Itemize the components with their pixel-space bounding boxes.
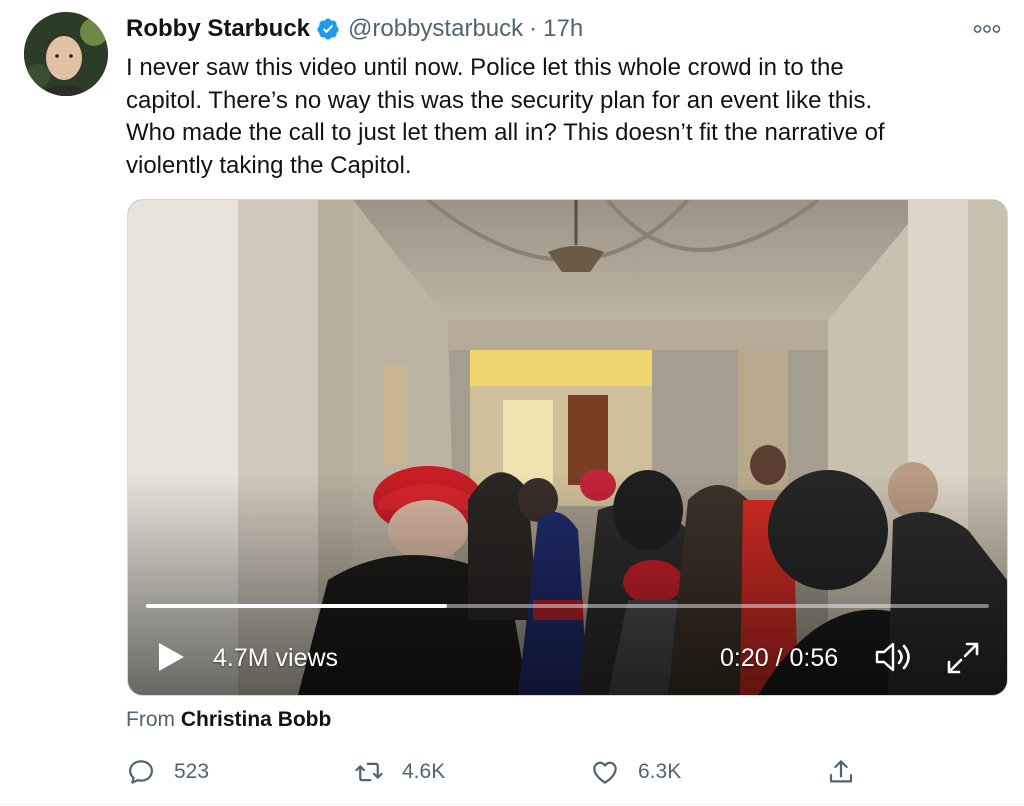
display-name[interactable]: Robby Starbuck — [126, 15, 310, 43]
handle[interactable]: @robbystarbuck — [348, 15, 523, 43]
video-source: From Christina Bobb — [126, 708, 331, 732]
fullscreen-icon — [947, 642, 979, 674]
play-icon — [159, 643, 184, 671]
reply-count: 523 — [174, 760, 210, 783]
retweet-button[interactable]: 4.6K — [354, 752, 445, 792]
profile-photo — [24, 12, 108, 96]
retweet-count: 4.6K — [402, 760, 446, 783]
avatar[interactable] — [24, 12, 108, 96]
timestamp[interactable]: 17h — [543, 15, 583, 43]
like-count: 6.3K — [638, 760, 682, 783]
verified-badge-icon — [316, 17, 340, 41]
volume-icon — [875, 642, 910, 672]
share-icon — [829, 760, 853, 783]
heart-icon — [593, 761, 617, 784]
fullscreen-button[interactable] — [943, 638, 983, 678]
view-count: 4.7M views — [213, 644, 339, 672]
progress-fill — [146, 604, 448, 608]
video-timecode: 0:20 / 0:56 — [720, 644, 839, 672]
tweet-text-line: I never saw this video until now. Police… — [126, 54, 844, 81]
tweet-text-line: violently taking the Capitol. — [126, 151, 412, 179]
tweet[interactable]: Robby Starbuck @robbystarbuck · 17h I ne… — [0, 0, 1024, 806]
play-button[interactable] — [156, 642, 186, 672]
source-prefix: From — [126, 708, 175, 731]
video-player[interactable]: 4.7M views 0:20 / 0:56 — [127, 199, 1008, 696]
source-name[interactable]: Christina Bobb — [181, 708, 332, 731]
volume-button[interactable] — [873, 640, 917, 674]
video-frame — [128, 200, 1007, 695]
more-options-button[interactable] — [970, 14, 1004, 44]
reply-button[interactable]: 523 — [126, 752, 209, 792]
progress-bar[interactable] — [146, 604, 989, 608]
divider — [0, 804, 1024, 805]
like-button[interactable]: 6.3K — [590, 752, 681, 792]
video-controls: 4.7M views 0:20 / 0:56 — [128, 630, 1007, 680]
tweet-text-line: Who made the call to just let them all i… — [126, 119, 885, 146]
tweet-text: I never saw this video until now. Police… — [126, 52, 1006, 182]
tweet-header: Robby Starbuck @robbystarbuck · 17h — [126, 14, 583, 44]
retweet-icon — [355, 762, 383, 782]
separator-dot: · — [529, 15, 538, 42]
tweet-text-line: capitol. There’s no way this was the sec… — [126, 86, 873, 114]
more-options-icon — [973, 25, 1001, 33]
share-button[interactable] — [826, 752, 856, 792]
reply-icon — [129, 760, 153, 784]
tweet-actions: 523 4.6K 6.3K — [126, 752, 1006, 792]
